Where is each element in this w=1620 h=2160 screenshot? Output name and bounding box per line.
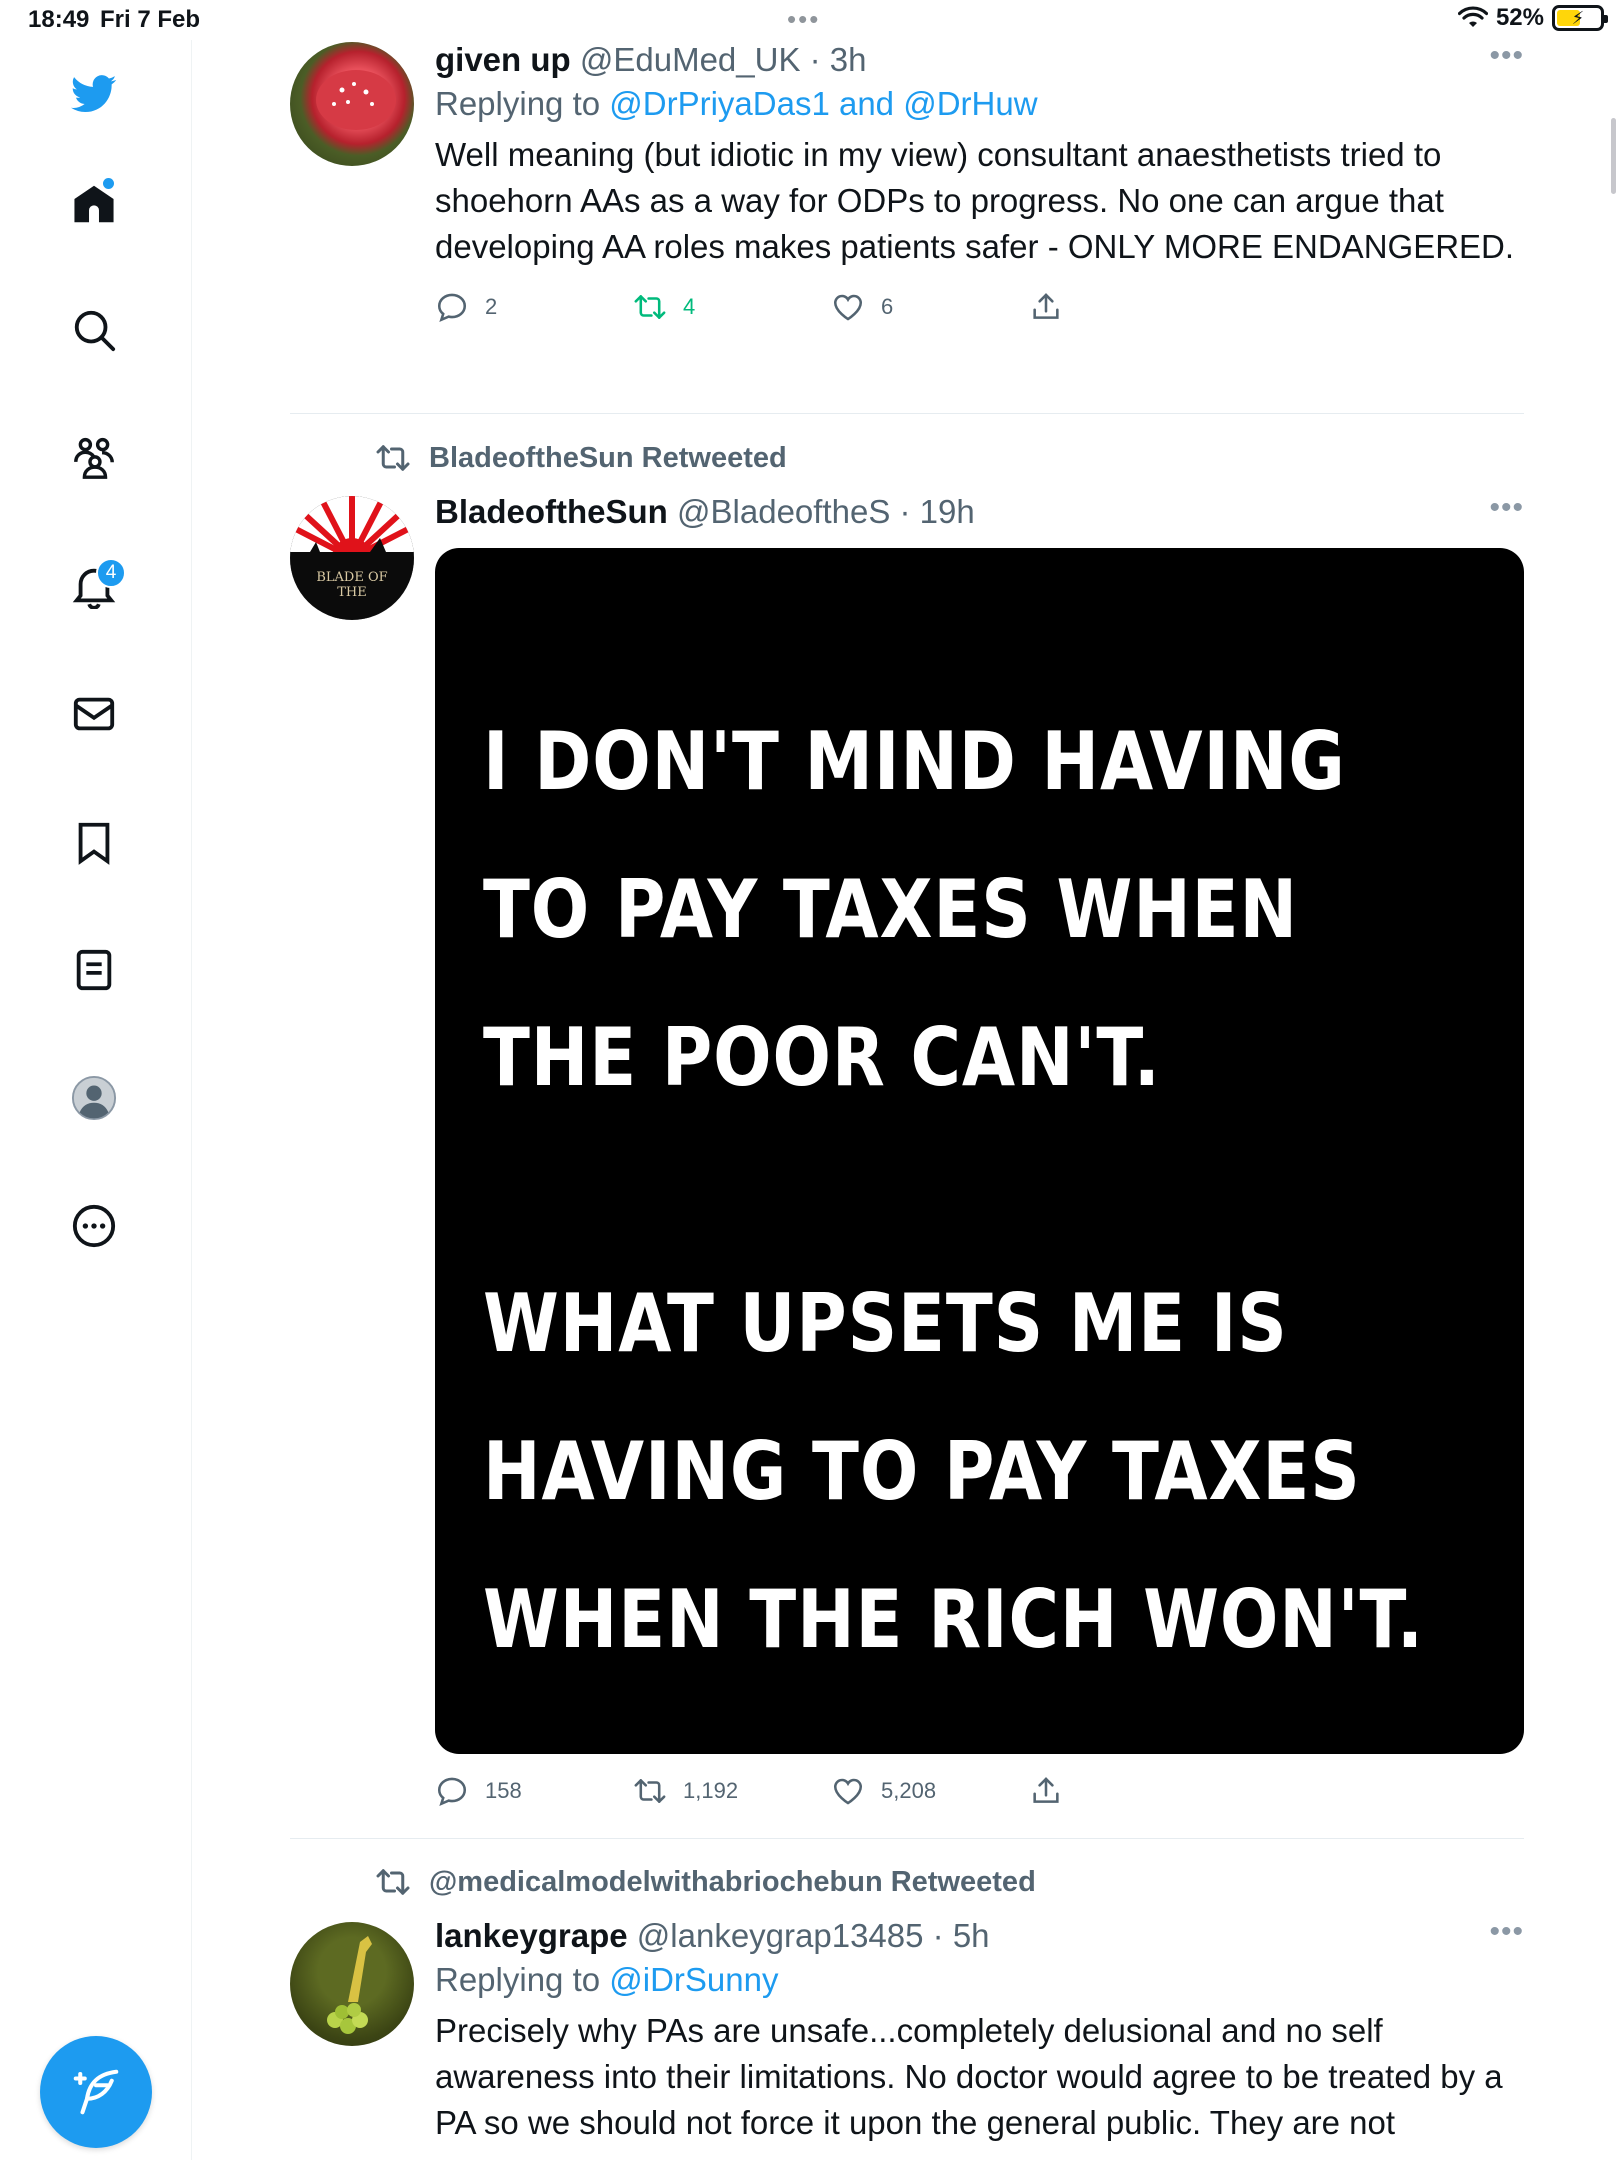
retweet-count: 4: [683, 294, 696, 319]
tweet-text: Well meaning (but idiotic in my view) co…: [435, 136, 1515, 265]
avatar-giraffe[interactable]: [290, 1922, 414, 2046]
replying-to-label: Replying to: [435, 1961, 610, 1998]
battery-percentage: 52%: [1495, 4, 1544, 31]
more-icon[interactable]: [62, 1194, 126, 1258]
like-button[interactable]: 6: [831, 290, 893, 324]
search-icon[interactable]: [62, 298, 126, 362]
tweet-divider: [290, 413, 1524, 414]
share-icon: [1033, 293, 1059, 319]
reply-icon: [437, 1777, 467, 1807]
tweet-more-icon[interactable]: •••: [1489, 493, 1524, 523]
lists-icon[interactable]: [62, 938, 126, 1002]
like-count: 6: [881, 294, 894, 319]
share-icon: [1033, 1777, 1059, 1803]
replying-to: Replying to @DrPriyaDas1 and @DrHuw: [435, 80, 1524, 128]
notifications-badge: 4: [96, 558, 126, 588]
retweet-button[interactable]: 1,192: [633, 1774, 738, 1808]
status-right: 52% ⚡: [1457, 4, 1608, 32]
replying-to-mentions[interactable]: @iDrSunny: [609, 1961, 778, 1998]
replying-to: Replying to @iDrSunny: [435, 1956, 1524, 2004]
retweeted-by[interactable]: BladeoftheSun Retweeted: [375, 440, 787, 476]
author-handle[interactable]: @EduMed_UK: [580, 41, 801, 78]
scrollbar[interactable]: [1611, 118, 1616, 194]
status-bar: 18:49 Fri 7 Feb ••• 52% ⚡: [0, 0, 1620, 40]
profile-icon[interactable]: [62, 1066, 126, 1130]
wifi-icon: [1457, 6, 1488, 27]
status-time: 18:49: [28, 6, 90, 33]
retweeted-by[interactable]: @medicalmodelwithabriochebun Retweeted: [375, 1864, 1036, 1900]
reply-count: 158: [485, 1778, 522, 1803]
avatar-text: BLADE OF THE: [316, 570, 388, 600]
compose-tweet-button[interactable]: [40, 2036, 152, 2148]
bookmarks-icon[interactable]: [62, 810, 126, 874]
replying-to-label: Replying to: [435, 85, 610, 122]
image-text-line: TO PAY TAXES WHEN: [483, 863, 1298, 956]
reply-count: 2: [485, 294, 498, 319]
image-text-line: WHEN THE RICH WON'T.: [483, 1573, 1424, 1666]
tweet-actions: 158 1,192 5,208: [435, 1774, 1524, 1814]
author-name[interactable]: BladeoftheSun: [435, 493, 668, 530]
compose-feather-icon: [73, 2069, 119, 2115]
home-unread-dot: [103, 178, 114, 189]
image-text-line: I DON'T MIND HAVING: [483, 715, 1346, 808]
tweet-divider: [290, 1838, 1524, 1839]
avatar-blade-of-the-sun[interactable]: BLADE OF THE: [290, 496, 414, 620]
tweet-header: given up @EduMed_UK · 3h: [435, 40, 1524, 80]
tweet-time[interactable]: · 3h: [810, 41, 867, 78]
image-text-line: WHAT UPSETS ME IS: [483, 1277, 1288, 1370]
reply-button[interactable]: 158: [435, 1774, 522, 1808]
retweet-button[interactable]: 4: [633, 290, 695, 324]
avatar-mushroom[interactable]: [290, 42, 414, 166]
image-text-line: THE POOR CAN'T.: [483, 1011, 1161, 1104]
share-button[interactable]: [1029, 1774, 1063, 1808]
tweet-more-icon[interactable]: •••: [1489, 1917, 1524, 1947]
battery-icon: ⚡: [1552, 5, 1608, 31]
multitasking-dots[interactable]: •••: [787, 4, 820, 35]
retweet-count: 1,192: [683, 1778, 739, 1803]
like-button[interactable]: 5,208: [831, 1774, 936, 1808]
reply-icon: [437, 293, 467, 323]
like-count: 5,208: [881, 1778, 937, 1803]
retweet-icon: [634, 295, 666, 319]
author-name[interactable]: lankeygrape: [435, 1917, 628, 1954]
retweeted-by-label: @medicalmodelwithabriochebun Retweeted: [429, 1865, 1036, 1898]
retweet-context-icon: [376, 1869, 410, 1895]
share-button[interactable]: [1029, 290, 1063, 324]
home-icon[interactable]: [62, 172, 126, 236]
tweet-more-icon[interactable]: •••: [1489, 41, 1524, 71]
tweet-time[interactable]: · 5h: [933, 1917, 990, 1954]
tweet-image[interactable]: I DON'T MIND HAVING TO PAY TAXES WHEN TH…: [435, 548, 1524, 1754]
retweet-context-icon: [376, 445, 410, 471]
notifications-icon[interactable]: 4: [62, 554, 126, 618]
retweeted-by-label: BladeoftheSun Retweeted: [429, 441, 787, 474]
replying-to-mentions[interactable]: @DrPriyaDas1 and @DrHuw: [609, 85, 1037, 122]
author-name[interactable]: given up: [435, 41, 571, 78]
sidebar-nav: 4: [0, 40, 192, 2160]
status-date: Fri 7 Feb: [100, 6, 201, 33]
communities-icon[interactable]: [62, 426, 126, 490]
tweet-actions: 2 4 6: [435, 290, 1524, 330]
heart-icon: [833, 1778, 863, 1805]
messages-icon[interactable]: [62, 682, 126, 746]
retweet-icon: [634, 1779, 666, 1803]
tweet-time[interactable]: · 19h: [900, 493, 975, 530]
author-handle[interactable]: @lankeygrap13485: [637, 1917, 924, 1954]
tweet-header: BladeoftheSun @BladeoftheS · 19h: [435, 492, 1524, 532]
tweet-text: Precisely why PAs are unsafe...completel…: [435, 2012, 1503, 2141]
image-text-line: HAVING TO PAY TAXES: [483, 1425, 1361, 1518]
author-handle[interactable]: @BladeoftheS: [677, 493, 890, 530]
twitter-logo-icon[interactable]: [62, 62, 126, 126]
reply-button[interactable]: 2: [435, 290, 497, 324]
tweet-header: lankeygrape @lankeygrap13485 · 5h: [435, 1916, 1524, 1956]
heart-icon: [833, 294, 863, 321]
